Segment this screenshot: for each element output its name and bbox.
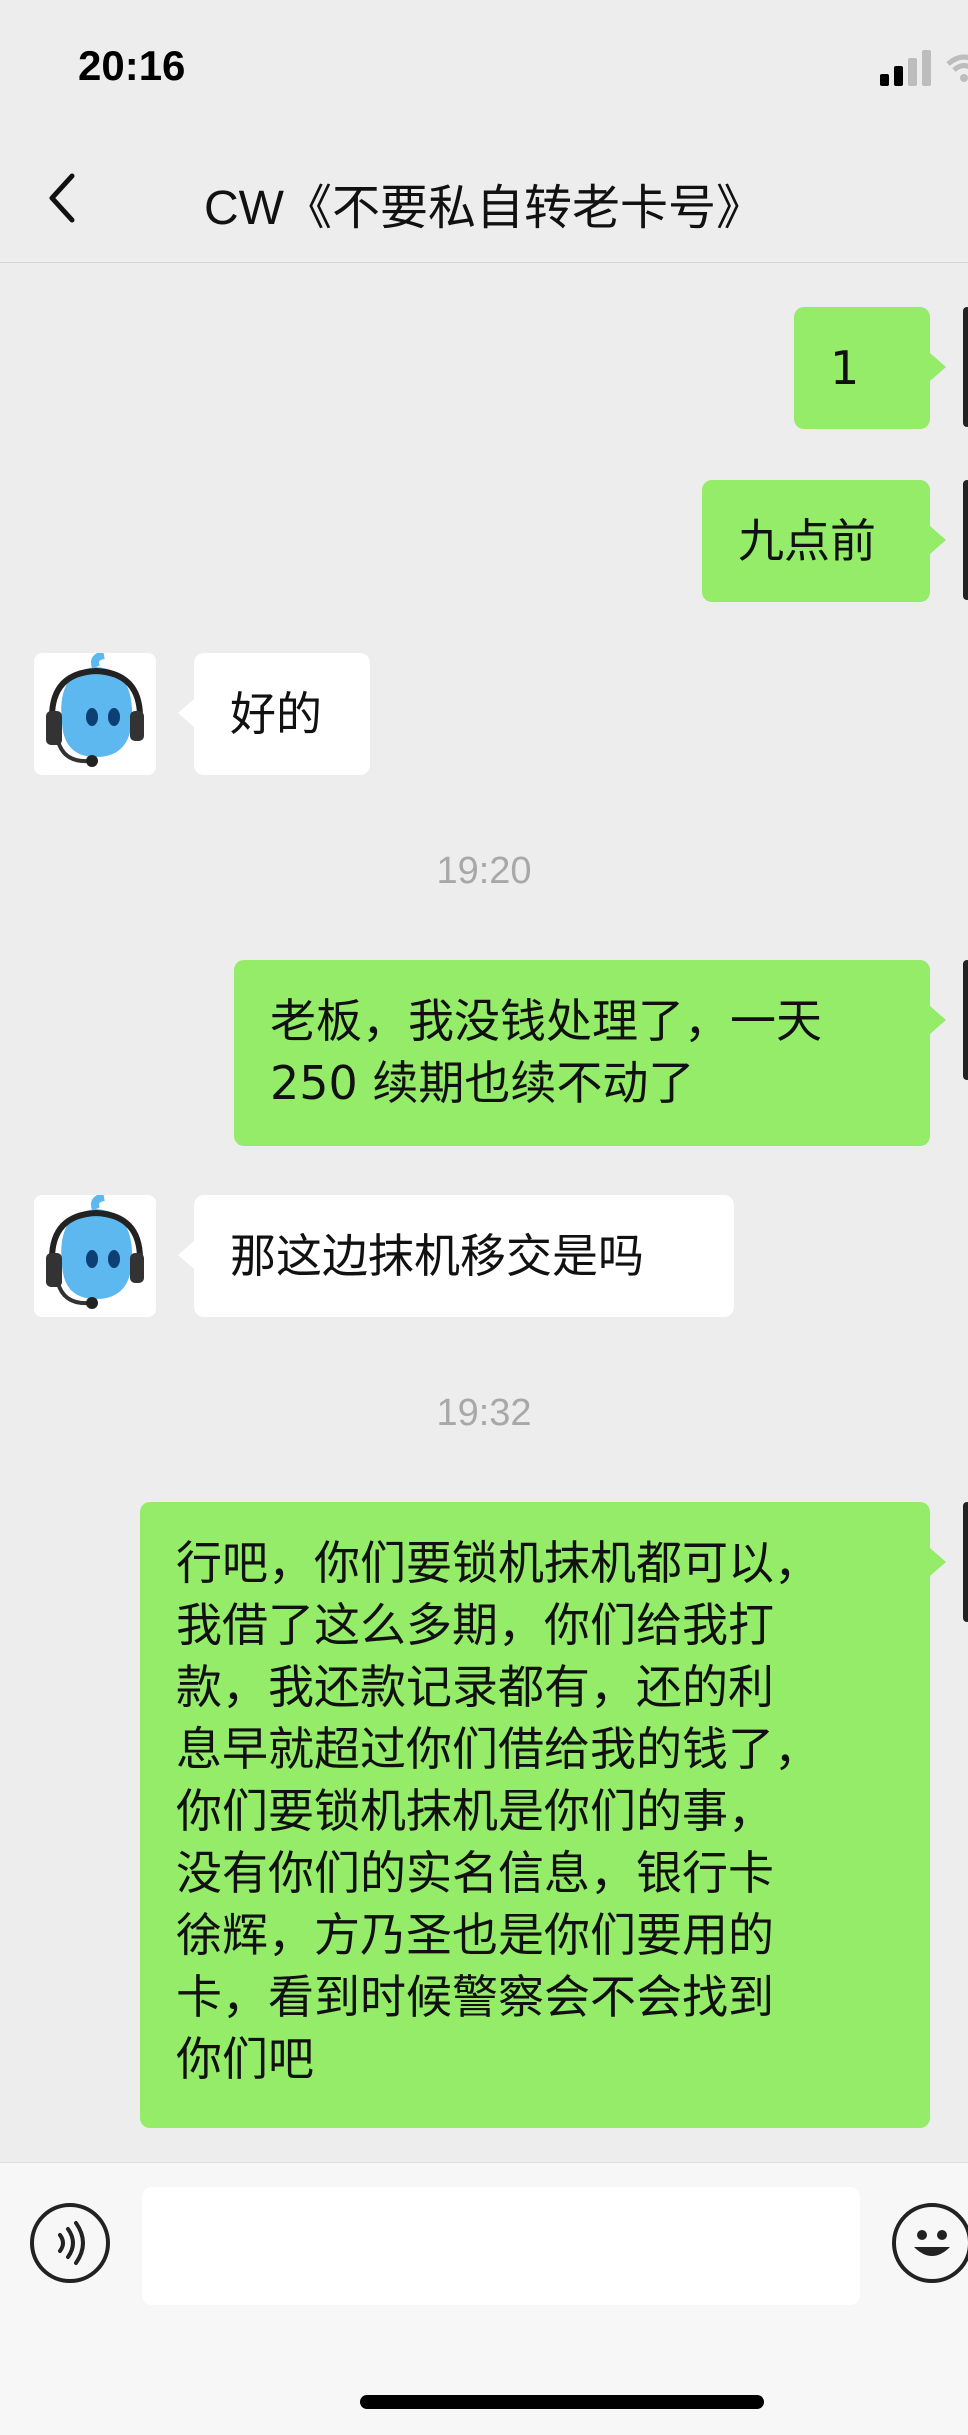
message-bubble[interactable]: 老板，我没钱处理了，一天 250 续期也续不动了 <box>234 960 930 1146</box>
wifi-icon <box>946 54 968 82</box>
voice-icon <box>58 2221 85 2265</box>
emoji-button[interactable] <box>892 2203 968 2283</box>
message-text-line: 卡，看到时候警察会不会找到 <box>176 1970 774 2024</box>
nav-bar: CW《不要私自转老卡号》 <box>0 130 968 263</box>
message-timestamp: 19:32 <box>436 1392 532 1434</box>
bubble-tail <box>930 1548 946 1576</box>
headset-mascot-icon <box>46 1195 144 1309</box>
avatar[interactable] <box>963 960 968 1080</box>
bubble-tail <box>178 1241 194 1269</box>
message-text-line: 250 续期也续不动了 <box>270 1056 695 1110</box>
bubble-tail <box>930 1006 946 1034</box>
message-text-line: 行吧，你们要锁机抹机都可以， <box>176 1536 820 1590</box>
message-bubble[interactable]: 那这边抹机移交是吗 <box>194 1195 734 1317</box>
avatar[interactable] <box>963 307 968 427</box>
input-bar <box>0 2162 968 2435</box>
message-text: 那这边抹机移交是吗 <box>230 1229 644 1283</box>
message-text-line: 没有你们的实名信息，银行卡 <box>176 1846 774 1900</box>
message-text: 好的 <box>230 687 322 741</box>
message-text: 九点前 <box>738 514 876 568</box>
signal-icon <box>880 50 940 86</box>
headset-mascot-icon <box>46 653 144 767</box>
avatar[interactable] <box>34 653 156 775</box>
message-row: 那这边抹机移交是吗 <box>0 1195 968 1319</box>
avatar[interactable] <box>963 1502 968 1622</box>
message-text-line: 你们要锁机抹机是你们的事， <box>176 1784 774 1838</box>
avatar[interactable] <box>963 480 968 600</box>
message-row: 好的 <box>0 653 968 777</box>
bubble-tail <box>178 699 194 727</box>
chat-title: CW《不要私自转老卡号》 <box>204 182 764 235</box>
message-text-line: 息早就超过你们借给我的钱了， <box>176 1722 820 1776</box>
voice-button[interactable] <box>30 2203 110 2283</box>
bubble-tail <box>930 526 946 554</box>
message-row: 九点前 <box>0 480 968 604</box>
message-text-line: 老板，我没钱处理了，一天 <box>270 994 822 1048</box>
status-bar: 20:16 <box>0 0 968 130</box>
message-text-line: 款，我还款记录都有，还的利 <box>176 1660 774 1714</box>
message-row: 1 <box>0 307 968 431</box>
message-bubble[interactable]: 1 <box>794 307 930 429</box>
message-text-line: 我借了这么多期，你们给我打 <box>176 1598 774 1652</box>
message-bubble[interactable]: 行吧，你们要锁机抹机都可以， 我借了这么多期，你们给我打 款，我还款记录都有，还… <box>140 1502 930 2128</box>
message-timestamp: 19:20 <box>436 850 532 892</box>
emoji-icon <box>914 2230 950 2256</box>
message-text-line: 徐辉，方乃圣也是你们要用的 <box>176 1908 774 1962</box>
message-row: 行吧，你们要锁机抹机都可以， 我借了这么多期，你们给我打 款，我还款记录都有，还… <box>0 1502 968 2130</box>
chat-area[interactable]: 1 九点前 好的 19:20 老板，我没钱处理了，一天 250 续期也续不动了 … <box>0 262 968 2162</box>
message-text-line: 你们吧 <box>176 2032 314 2086</box>
message-bubble[interactable]: 九点前 <box>702 480 930 602</box>
message-text: 1 <box>830 341 860 395</box>
status-time: 20:16 <box>78 42 186 89</box>
message-input[interactable] <box>142 2187 860 2305</box>
message-bubble[interactable]: 好的 <box>194 653 370 775</box>
bubble-tail <box>930 353 946 381</box>
avatar[interactable] <box>34 1195 156 1317</box>
message-row: 老板，我没钱处理了，一天 250 续期也续不动了 <box>0 960 968 1146</box>
home-indicator <box>360 2395 764 2409</box>
